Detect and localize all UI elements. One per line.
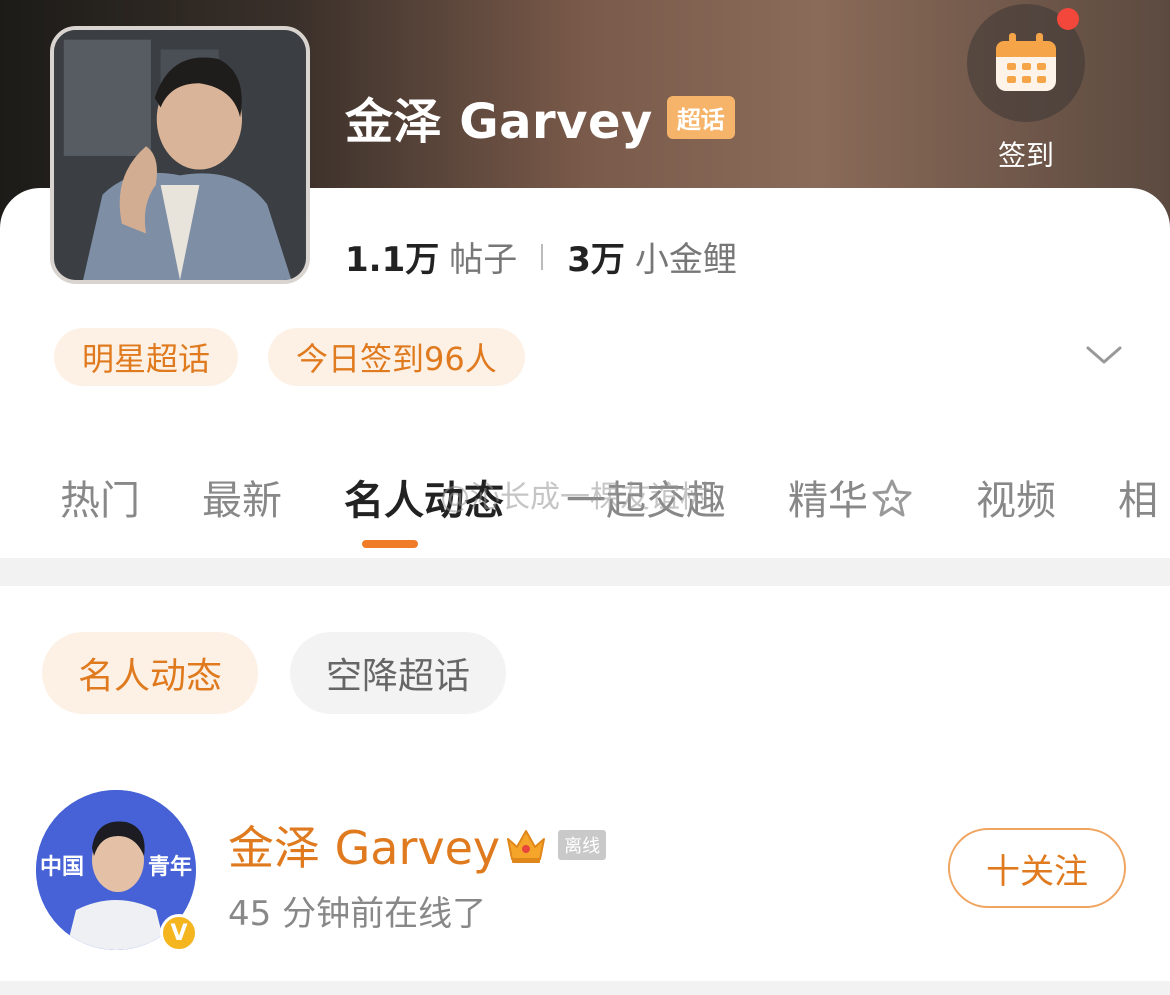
posts-label: 帖子 (449, 240, 518, 280)
celebrity-name[interactable]: 金泽 Garvey (228, 812, 500, 878)
tab-hot[interactable]: 热门 (60, 468, 140, 526)
topic-stats: 1.1万 帖子 3万 小金鲤 (345, 232, 737, 281)
verified-badge: V (160, 914, 198, 952)
watermark-text: @沁长成一棵友谊树 (440, 480, 710, 515)
feed-filter-chips: 名人动态 空降超话 (42, 632, 538, 714)
tab-video[interactable]: 视频 (976, 468, 1056, 526)
stats-divider (541, 243, 544, 270)
chip-today-checkins[interactable]: 今日签到96人 (268, 328, 525, 386)
checkin-button[interactable]: 签到 (966, 4, 1086, 174)
crown-icon (507, 830, 546, 863)
bottom-divider (0, 981, 1170, 995)
tab-featured-label: 精华 (788, 478, 868, 524)
supertopic-badge: 超话 (666, 95, 735, 139)
celebrity-name-row: 金泽 Garvey 离线 (228, 812, 607, 878)
topic-title: 金泽 Garvey (345, 94, 653, 150)
tab-photos[interactable]: 相 (1118, 468, 1158, 526)
star-face-icon (872, 479, 912, 517)
chip-star-supertopic[interactable]: 明星超话 (54, 328, 239, 386)
checkin-label: 签到 (997, 139, 1054, 172)
topic-title-row: 金泽 Garvey 超话 (345, 82, 735, 152)
calendar-icon (996, 33, 1056, 91)
checkin-circle[interactable] (967, 4, 1085, 122)
avatar-text-left: 中国 (40, 855, 84, 880)
fans-count: 3万 (567, 240, 625, 280)
fans-label: 小金鲤 (634, 240, 737, 280)
posts-count: 1.1万 (345, 240, 440, 280)
filter-celebrity-news[interactable]: 名人动态 (42, 632, 259, 714)
topic-cover-image[interactable] (50, 26, 310, 284)
offline-status-tag: 离线 (558, 830, 607, 860)
cover-portrait-icon (54, 30, 306, 280)
chevron-down-icon[interactable] (1084, 340, 1124, 370)
topic-chips: 明星超话 今日签到96人 (54, 328, 555, 386)
last-online-text: 45 分钟前在线了 (228, 894, 487, 934)
tab-latest[interactable]: 最新 (202, 468, 282, 526)
filter-airdrop-topic[interactable]: 空降超话 (290, 632, 507, 714)
avatar-text-right: 青年 (148, 854, 192, 880)
follow-button[interactable]: 十关注 (948, 828, 1126, 908)
tab-featured[interactable]: 精华 (788, 468, 914, 526)
notification-dot (1057, 8, 1079, 30)
active-tab-indicator (362, 540, 418, 548)
